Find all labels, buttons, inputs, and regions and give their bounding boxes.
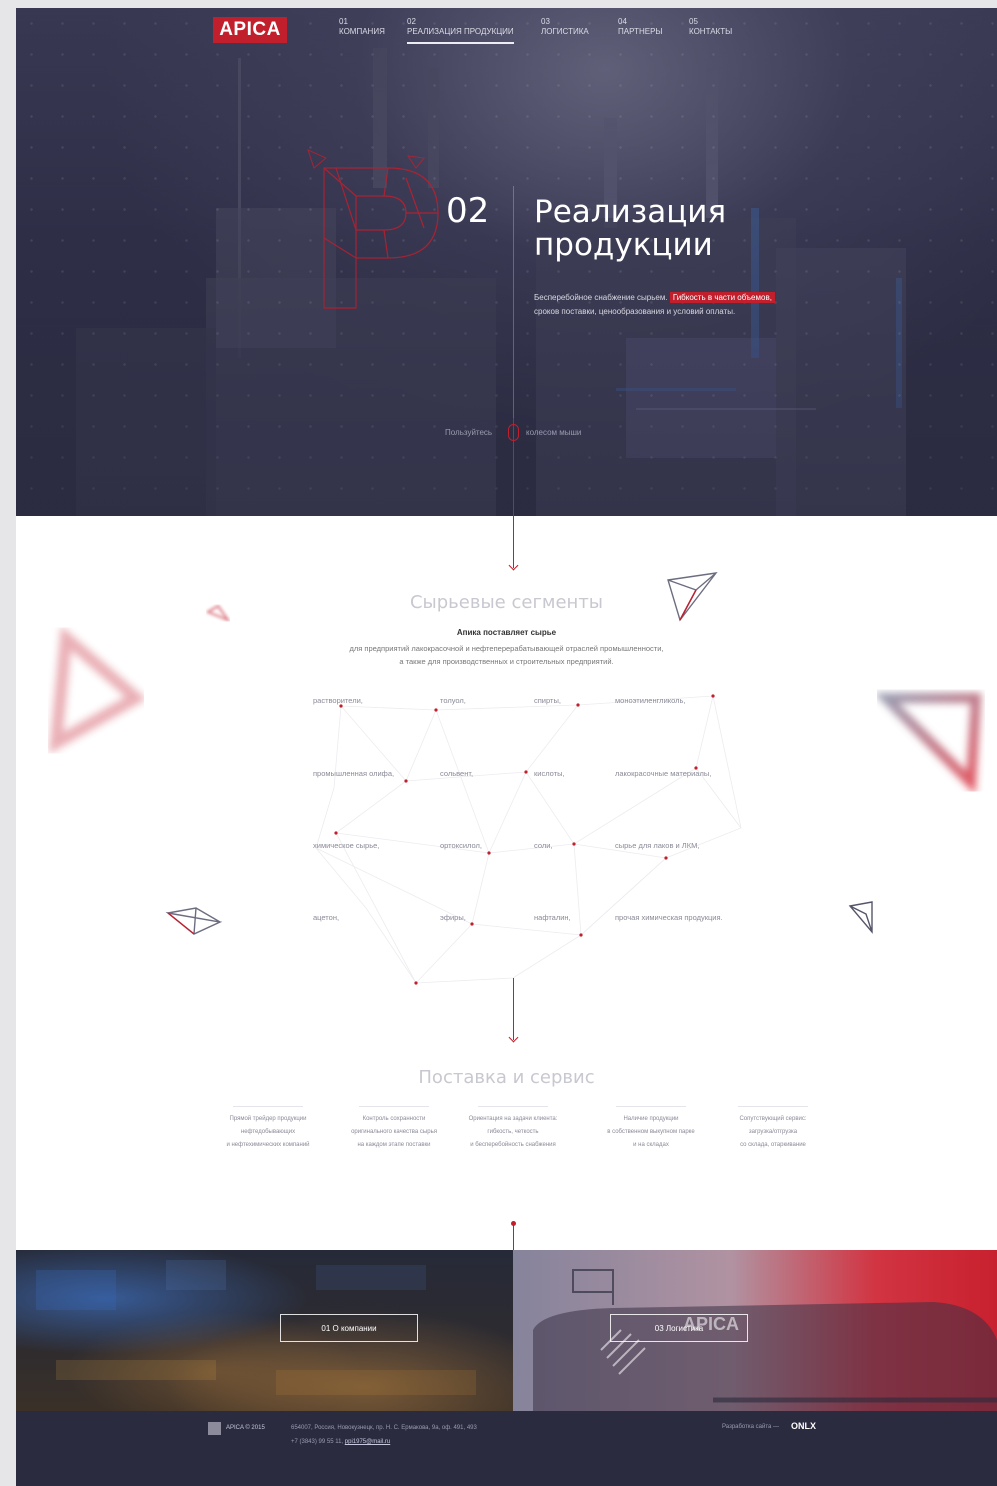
segment-item: толуол, [440,696,466,705]
logistics-button[interactable]: 03 Логистика [610,1314,748,1342]
service-item: Контроль сохранности оригинального качес… [334,1106,454,1152]
service-item: Наличие продукции в собственном выкупном… [591,1106,711,1152]
segment-item: моноэтиленгликоль, [615,696,686,705]
connector-line [513,1224,514,1250]
segment-item: сырье для лаков и ЛКМ, [615,841,700,850]
segment-item: сольвент, [440,769,474,778]
connector-dot [511,1221,516,1226]
footer-copyright: APICA © 2015 [226,1425,265,1431]
segment-item: прочая химическая продукция. [615,913,723,922]
connector-line [513,978,514,1040]
developer-logo[interactable]: ONLX [791,1421,816,1431]
service-title: Поставка и сервис [418,1067,595,1088]
footer-address: 654007, Россия, Новокузнецк, пр. Н. С. Е… [291,1425,477,1431]
service-item: Ориентация на задачи клиента: гибкость, … [453,1106,573,1152]
segment-item: соли, [534,841,553,850]
company-panel[interactable] [16,1250,513,1411]
segment-item: эфиры, [440,913,466,922]
service-item: Сопутствующий сервис: загрузка/отгрузка … [713,1106,833,1152]
segment-item: спирты, [534,696,561,705]
page: APICA 01 КОМПАНИЯ 02 РЕАЛИЗАЦИЯ ПРОДУКЦИ… [16,8,997,1486]
service-item: Прямой трейдер продукции нефтедобывающих… [208,1106,328,1152]
segment-item: промышленная олифа, [313,769,395,778]
footer-email-link[interactable]: ppi1975@mail.ru [345,1439,390,1445]
segment-item: растворители, [313,696,363,705]
segment-item: нафталин, [534,913,571,922]
segment-item: ацетон, [313,913,340,922]
footer-logo-icon [208,1422,221,1435]
about-company-button[interactable]: 01 О компании [280,1314,418,1342]
segment-item: ортоксилол, [440,841,482,850]
segment-item: химическое сырье, [313,841,380,850]
logistics-panel[interactable]: APICA [513,1250,997,1411]
footer-dev-label: Разработка сайта — [722,1424,780,1430]
footer [16,1411,997,1486]
segment-item: кислоты, [534,769,565,778]
segment-item: лакокрасочные материалы, [615,769,712,778]
footer-contacts: +7 (3843) 99 55 11, ppi1975@mail.ru [291,1439,391,1445]
